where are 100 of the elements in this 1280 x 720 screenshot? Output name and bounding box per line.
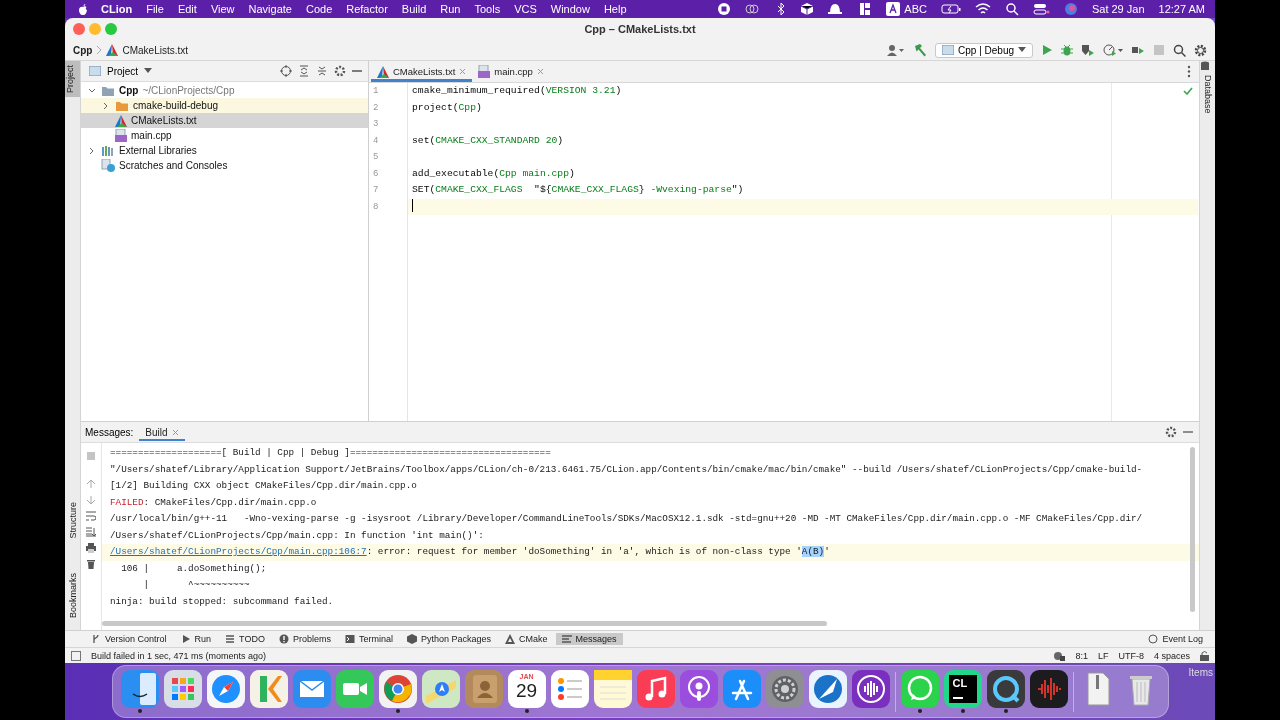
tool-window-button[interactable]: Python Packages [400,633,497,645]
file-encoding[interactable]: UTF-8 [1118,650,1144,661]
tool-window-button[interactable]: Version Control [85,633,173,645]
close-icon[interactable] [171,428,179,436]
menu-item[interactable]: View [203,3,242,15]
podcast-icon[interactable] [679,670,718,708]
layout-icon[interactable] [858,2,873,16]
sound-wave-icon[interactable] [851,670,890,708]
expand-all-icon[interactable] [298,65,310,77]
tool-window-tab[interactable]: Project [65,61,80,97]
horizontal-scrollbar[interactable] [102,621,827,626]
close-button-icon[interactable] [73,23,85,35]
app-grid-icon[interactable] [163,670,202,708]
input-source[interactable]: ABC [904,3,927,15]
compass-icon[interactable] [206,670,245,708]
collapse-all-icon[interactable] [316,65,328,77]
breadcrumb-item[interactable]: CMakeLists.txt [122,44,189,56]
envelope-icon[interactable] [292,670,331,708]
waveform-icon[interactable] [1029,670,1068,708]
tool-window-button[interactable]: Run [174,633,218,645]
tool-window-tab[interactable]: Structure [67,498,78,543]
cloud-rings-icon[interactable] [745,2,761,16]
apple-logo-icon[interactable] [77,2,89,16]
tool-window-button[interactable]: Messages [555,633,623,645]
run-configuration-dropdown[interactable]: Cpp | Debug [935,42,1033,58]
video-camera-icon[interactable] [335,670,374,708]
music-note-icon[interactable] [636,670,675,708]
editor-tab[interactable]: main.cpp [472,61,550,82]
search-icon[interactable] [1004,2,1019,16]
crosshair-icon[interactable] [280,65,292,77]
menu-item[interactable]: Build [394,3,434,15]
print-icon[interactable] [86,543,96,553]
hammer-icon[interactable] [913,43,928,57]
cube-icon[interactable] [800,2,815,16]
tree-item[interactable]: Cpp [119,85,139,96]
store-icon[interactable] [722,670,761,708]
close-icon[interactable] [459,68,467,75]
gear-icon[interactable] [765,670,804,708]
arrow-up-icon[interactable] [86,479,96,489]
caret-position[interactable]: 8:1 [1075,650,1088,661]
settings-icon[interactable] [334,65,346,77]
settings-icon[interactable] [1194,43,1207,57]
vertical-scrollbar[interactable] [1190,447,1195,612]
menu-item[interactable]: Refactor [339,3,395,15]
orb-icon[interactable] [1063,2,1078,16]
menu-item[interactable]: Run [433,3,468,15]
inspector-icon[interactable] [1053,650,1066,661]
wifi-icon[interactable] [974,2,991,16]
breadcrumb-item[interactable]: Cpp [73,44,93,56]
menu-item[interactable]: Code [298,3,340,15]
event-log-button[interactable]: Event Log [1142,633,1209,645]
menu-item[interactable]: VCS [507,3,544,15]
toggle-switches-icon[interactable] [1032,2,1050,16]
panel-toggle-icon[interactable] [71,650,81,661]
lock-icon[interactable] [1200,650,1209,661]
tree-item[interactable]: CMakeLists.txt [131,115,197,126]
player-icon[interactable] [986,670,1025,708]
indent-setting[interactable]: 4 spaces [1153,650,1190,661]
menu-item[interactable]: Window [543,3,597,15]
attach-icon[interactable] [1131,44,1145,56]
tool-window-tab[interactable]: Database [1202,71,1213,118]
tool-window-button[interactable]: Problems [272,633,337,645]
tool-window-button[interactable]: TODO [219,633,271,645]
menu-bar-time[interactable]: 12:27 AM [1158,3,1205,15]
user-dropdown-icon[interactable] [887,44,906,56]
arrow-down-icon[interactable] [86,495,96,505]
map-icon[interactable] [421,670,460,708]
tree-item[interactable]: main.cpp [131,130,172,141]
menu-item[interactable]: Navigate [241,3,299,15]
caret-icon[interactable] [144,68,153,74]
soft-wrap-icon[interactable] [86,511,96,521]
letter-box-icon[interactable] [886,2,901,16]
trash-icon[interactable] [86,559,96,569]
panel-title[interactable]: Project [107,65,139,77]
app-menu[interactable]: CLion [89,3,140,15]
menu-item[interactable]: File [139,3,171,15]
menu-bar-date[interactable]: Sat 29 Jan [1091,3,1145,15]
record-icon[interactable] [717,2,732,16]
hat-icon[interactable] [828,2,845,16]
menu-item[interactable]: Help [596,3,634,15]
chevron-tile-icon[interactable] [249,670,288,708]
menu-item[interactable]: Edit [170,3,204,15]
bug-icon[interactable] [1061,44,1073,56]
editor-tab[interactable]: CMakeLists.txt [371,61,473,82]
quill-icon[interactable] [808,670,847,708]
scroll-to-end-icon[interactable] [86,527,96,537]
two-tone-tile-icon[interactable] [120,670,159,708]
close-icon[interactable] [536,68,544,75]
battery-icon[interactable] [940,2,961,16]
tool-window-tab[interactable]: Bookmarks [67,569,78,622]
shield-play-icon[interactable] [1081,44,1095,56]
tree-item[interactable]: Scratches and Consoles [119,160,228,171]
checklist-icon[interactable] [550,670,589,708]
run-icon[interactable] [1041,44,1053,56]
line-separator[interactable]: LF [1097,650,1109,661]
search-icon[interactable] [1173,43,1186,57]
tool-window-button[interactable]: Terminal [338,633,399,645]
settings-icon[interactable] [1165,426,1177,438]
tool-window-button[interactable]: CMake [499,633,554,645]
ide-tile-icon[interactable] [943,670,982,708]
